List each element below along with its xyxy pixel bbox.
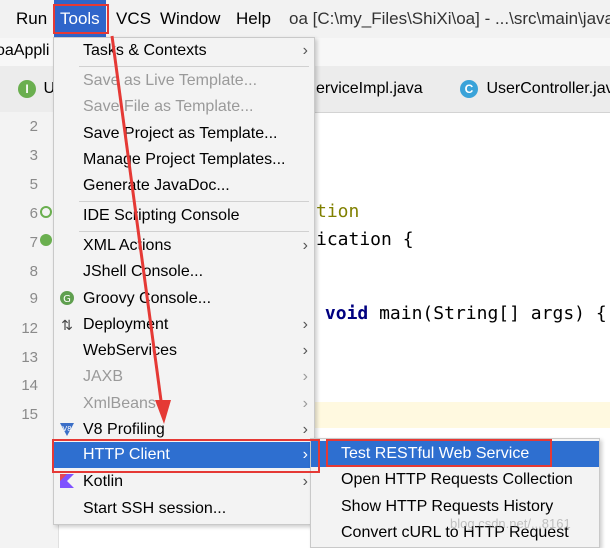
- annotation-arrow: [110, 35, 171, 424]
- watermark: blog.csdn.net/...8161: [450, 516, 571, 531]
